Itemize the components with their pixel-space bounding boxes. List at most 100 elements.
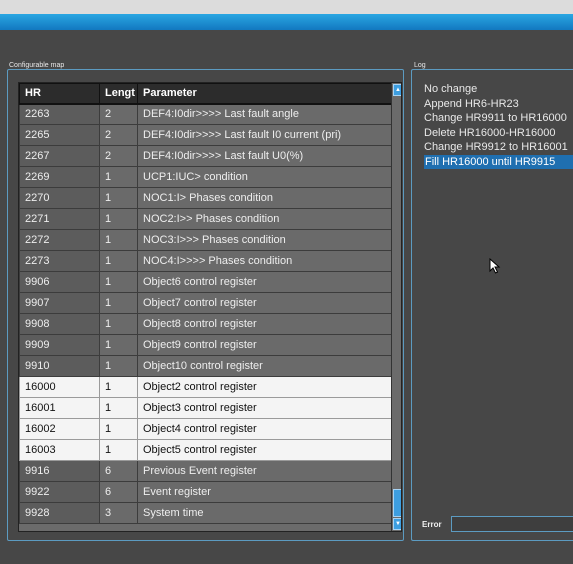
table-header: HR Lengt Parameter <box>19 83 392 105</box>
cell-hr[interactable]: 2269 <box>19 166 100 188</box>
table-row[interactable]: 9907 1 Object7 control register <box>19 292 392 314</box>
cell-hr[interactable]: 9910 <box>19 355 100 377</box>
cell-parameter[interactable]: Event register <box>137 481 392 503</box>
cell-hr[interactable]: 2265 <box>19 124 100 146</box>
window-top-strip <box>0 0 573 14</box>
cell-parameter[interactable]: NOC1:I> Phases condition <box>137 187 392 209</box>
column-header-parameter[interactable]: Parameter <box>137 83 392 105</box>
cell-hr[interactable]: 2271 <box>19 208 100 230</box>
table-row[interactable]: 16003 1 Object5 control register <box>19 439 392 461</box>
cell-length[interactable]: 3 <box>99 502 138 524</box>
cell-hr[interactable]: 9909 <box>19 334 100 356</box>
cell-parameter[interactable]: Previous Event register <box>137 460 392 482</box>
cell-hr[interactable]: 16000 <box>19 376 100 398</box>
table-row[interactable]: 2269 1 UCP1:IUC> condition <box>19 166 392 188</box>
log-entry[interactable]: Change HR9911 to HR16000 <box>424 111 573 126</box>
log-entry[interactable]: Delete HR16000-HR16000 <box>424 126 573 141</box>
cell-parameter[interactable]: Object10 control register <box>137 355 392 377</box>
table-row[interactable]: 2270 1 NOC1:I> Phases condition <box>19 187 392 209</box>
table-row[interactable]: 9908 1 Object8 control register <box>19 313 392 335</box>
table-row[interactable]: 9916 6 Previous Event register <box>19 460 392 482</box>
log-entry[interactable]: Change HR9912 to HR16001 <box>424 140 573 155</box>
cell-parameter[interactable]: Object6 control register <box>137 271 392 293</box>
cell-parameter[interactable]: Object9 control register <box>137 334 392 356</box>
cell-hr[interactable]: 16003 <box>19 439 100 461</box>
cell-hr[interactable]: 9928 <box>19 502 100 524</box>
table-row[interactable]: 9928 3 System time <box>19 502 392 524</box>
error-field[interactable] <box>451 516 573 532</box>
table-row[interactable]: 16000 1 Object2 control register <box>19 376 392 398</box>
table-row[interactable]: 9906 1 Object6 control register <box>19 271 392 293</box>
cell-length[interactable]: 1 <box>99 292 138 314</box>
cell-length[interactable]: 1 <box>99 397 138 419</box>
cell-parameter[interactable]: DEF4:I0dir>>>> Last fault I0 current (pr… <box>137 124 392 146</box>
cell-length[interactable]: 1 <box>99 418 138 440</box>
cell-length[interactable]: 2 <box>99 103 138 125</box>
cell-hr[interactable]: 9907 <box>19 292 100 314</box>
cell-parameter[interactable]: DEF4:I0dir>>>> Last fault U0(%) <box>137 145 392 167</box>
table-row[interactable]: 9909 1 Object9 control register <box>19 334 392 356</box>
cell-hr[interactable]: 9908 <box>19 313 100 335</box>
table-row[interactable]: 16001 1 Object3 control register <box>19 397 392 419</box>
cell-parameter[interactable]: NOC2:I>> Phases condition <box>137 208 392 230</box>
table-row[interactable]: 9910 1 Object10 control register <box>19 355 392 377</box>
cell-length[interactable]: 1 <box>99 313 138 335</box>
cell-parameter[interactable]: Object2 control register <box>137 376 392 398</box>
cell-hr[interactable]: 9906 <box>19 271 100 293</box>
cell-hr[interactable]: 9922 <box>19 481 100 503</box>
cell-length[interactable]: 1 <box>99 229 138 251</box>
cell-hr[interactable]: 2267 <box>19 145 100 167</box>
cell-parameter[interactable]: Object3 control register <box>137 397 392 419</box>
table-row[interactable]: 9922 6 Event register <box>19 481 392 503</box>
cell-hr[interactable]: 2263 <box>19 103 100 125</box>
table-row[interactable]: 2267 2 DEF4:I0dir>>>> Last fault U0(%) <box>19 145 392 167</box>
cell-parameter[interactable]: UCP1:IUC> condition <box>137 166 392 188</box>
cell-parameter[interactable]: Object7 control register <box>137 292 392 314</box>
cell-length[interactable]: 1 <box>99 334 138 356</box>
log-entry[interactable]: Fill HR16000 until HR9915 <box>424 154 573 169</box>
table-row[interactable]: 2265 2 DEF4:I0dir>>>> Last fault I0 curren… <box>19 124 392 146</box>
cell-length[interactable]: 1 <box>99 166 138 188</box>
table-row[interactable]: 2273 1 NOC4:I>>>> Phases condition <box>19 250 392 272</box>
register-grid[interactable]: HR Lengt Parameter 2263 2 DEF4:I0dir>>>> L… <box>18 82 402 532</box>
table-row[interactable]: 2263 2 DEF4:I0dir>>>> Last fault angle <box>19 103 392 125</box>
cell-length[interactable]: 1 <box>99 439 138 461</box>
cell-parameter[interactable]: DEF4:I0dir>>>> Last fault angle <box>137 103 392 125</box>
cell-length[interactable]: 1 <box>99 208 138 230</box>
scroll-down-arrow-icon[interactable]: ▼ <box>393 518 401 530</box>
scrollbar-thumb[interactable] <box>393 489 401 517</box>
cell-parameter[interactable]: Object5 control register <box>137 439 392 461</box>
cell-length[interactable]: 2 <box>99 124 138 146</box>
cell-parameter[interactable]: Object8 control register <box>137 313 392 335</box>
cell-hr[interactable]: 2272 <box>19 229 100 251</box>
table-row[interactable]: 2272 1 NOC3:I>>> Phases condition <box>19 229 392 251</box>
log-list[interactable]: No change Append HR6-HR23 Change HR9911 to… <box>424 82 573 169</box>
cell-length[interactable]: 1 <box>99 376 138 398</box>
log-entry[interactable]: Append HR6-HR23 <box>424 97 573 112</box>
cell-hr[interactable]: 9916 <box>19 460 100 482</box>
cell-length[interactable]: 1 <box>99 250 138 272</box>
log-entry[interactable]: No change <box>424 82 573 97</box>
cell-hr[interactable]: 16001 <box>19 397 100 419</box>
cell-length[interactable]: 1 <box>99 187 138 209</box>
log-panel-caption: Log <box>414 62 426 69</box>
cell-parameter[interactable]: System time <box>137 502 392 524</box>
cell-parameter[interactable]: Object4 control register <box>137 418 392 440</box>
vertical-scrollbar[interactable]: ▲ ▼ <box>391 83 401 531</box>
cell-parameter[interactable]: NOC4:I>>>> Phases condition <box>137 250 392 272</box>
column-header-length[interactable]: Lengt <box>99 83 138 105</box>
cell-hr[interactable]: 16002 <box>19 418 100 440</box>
cell-hr[interactable]: 2270 <box>19 187 100 209</box>
table-row[interactable]: 2271 1 NOC2:I>> Phases condition <box>19 208 392 230</box>
cell-length[interactable]: 6 <box>99 460 138 482</box>
column-header-hr[interactable]: HR <box>19 83 100 105</box>
cell-length[interactable]: 6 <box>99 481 138 503</box>
scroll-up-arrow-icon[interactable]: ▲ <box>393 84 401 96</box>
cell-length[interactable]: 1 <box>99 271 138 293</box>
register-table: HR Lengt Parameter 2263 2 DEF4:I0dir>>>> L… <box>19 83 392 524</box>
cell-length[interactable]: 1 <box>99 355 138 377</box>
cell-length[interactable]: 2 <box>99 145 138 167</box>
cell-hr[interactable]: 2273 <box>19 250 100 272</box>
cell-parameter[interactable]: NOC3:I>>> Phases condition <box>137 229 392 251</box>
table-row[interactable]: 16002 1 Object4 control register <box>19 418 392 440</box>
